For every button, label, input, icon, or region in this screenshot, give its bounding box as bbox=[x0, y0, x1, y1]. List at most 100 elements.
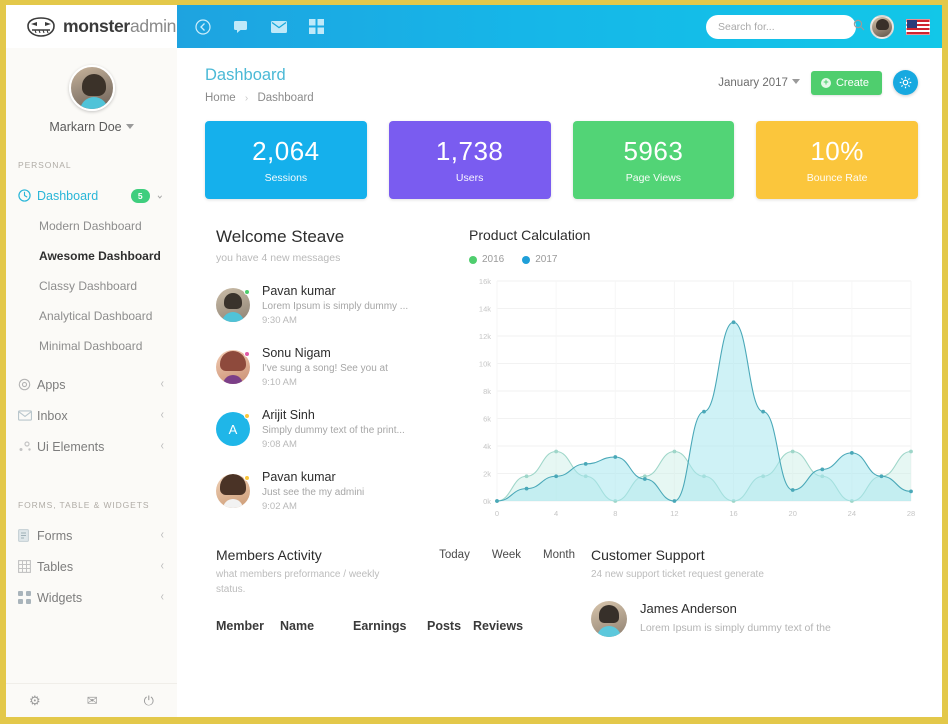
back-arrow-icon[interactable] bbox=[187, 11, 218, 42]
stat-card-users[interactable]: 1,738 Users bbox=[388, 121, 551, 199]
sidebar-subitem-label: Modern Dashboard bbox=[39, 219, 142, 233]
sidebar-item-dashboard-label: Dashboard bbox=[37, 188, 99, 203]
status-dot bbox=[244, 413, 250, 419]
legend-item-2017[interactable]: 2017 bbox=[522, 254, 558, 265]
svg-text:8: 8 bbox=[613, 509, 617, 518]
stat-card-bounce-rate[interactable]: 10% Bounce Rate bbox=[756, 121, 918, 199]
sidebar-item-forms[interactable]: Forms ‹ bbox=[6, 520, 177, 551]
message-time: 9:08 AM bbox=[262, 439, 297, 450]
breadcrumb-home[interactable]: Home bbox=[205, 92, 236, 104]
sidebar-item-ui-elements[interactable]: Ui Elements ‹ bbox=[6, 431, 177, 462]
column-header-posts[interactable]: Posts bbox=[427, 619, 473, 633]
search-input[interactable] bbox=[718, 20, 853, 33]
message-time: 9:02 AM bbox=[262, 501, 297, 512]
status-dot bbox=[244, 289, 250, 295]
mail-icon[interactable]: ✉ bbox=[87, 693, 98, 709]
sidebar-item-tables[interactable]: Tables ‹ bbox=[6, 551, 177, 582]
sidebar-subitem-label: Classy Dashboard bbox=[39, 279, 138, 293]
stat-label: Page Views bbox=[625, 172, 681, 184]
support-ticket-item[interactable]: James Anderson Lorem Ipsum is simply dum… bbox=[591, 600, 918, 637]
message-item[interactable]: A Arijit Sinh Simply dummy text of the p… bbox=[216, 408, 463, 450]
message-item[interactable]: Pavan kumar Lorem Ipsum is simply dummy … bbox=[216, 284, 463, 326]
sidebar-section-personal: PERSONAL bbox=[18, 160, 72, 170]
svg-text:8k: 8k bbox=[483, 387, 491, 396]
sidebar-section-forms: FORMS, TABLE & WIDGETS bbox=[18, 500, 150, 510]
main-content: Dashboard Home › Dashboard January 2017 … bbox=[177, 48, 942, 717]
search-box[interactable] bbox=[706, 14, 865, 39]
chevron-left-icon[interactable]: ‹ bbox=[161, 560, 164, 574]
customer-support-panel: Customer Support 24 new support ticket r… bbox=[575, 547, 918, 637]
stat-card-sessions[interactable]: 2,064 Sessions bbox=[205, 121, 367, 199]
chevron-down-icon[interactable]: ⌄ bbox=[156, 189, 164, 203]
ui-elements-icon bbox=[18, 440, 37, 453]
chart-title: Product Calculation bbox=[469, 227, 591, 243]
brand-bold: monster bbox=[63, 16, 130, 36]
sidebar-subitem-modern-dashboard[interactable]: Modern Dashboard bbox=[6, 211, 177, 241]
profile-name-row[interactable]: Markarn Doe bbox=[6, 120, 177, 134]
members-table-header: Member Name Earnings Posts Reviews bbox=[216, 619, 575, 633]
profile-name: Markarn Doe bbox=[49, 120, 122, 134]
column-header-name[interactable]: Name bbox=[280, 619, 353, 633]
product-calculation-chart[interactable]: 0k 2k 4k 6k 8k 10k 12k 14k 16k 0 4 8 12 16 20 24 28 bbox=[469, 275, 919, 523]
members-activity-panel: Members Activity what members preformanc… bbox=[205, 547, 575, 637]
sidebar-item-apps[interactable]: Apps ‹ bbox=[6, 369, 177, 400]
svg-text:28: 28 bbox=[907, 509, 915, 518]
sidebar-item-inbox[interactable]: Inbox ‹ bbox=[6, 400, 177, 431]
svg-text:20: 20 bbox=[789, 509, 797, 518]
sidebar-item-ui-elements-label: Ui Elements bbox=[37, 439, 105, 454]
sidebar-profile[interactable]: Markarn Doe bbox=[6, 48, 177, 134]
chevron-left-icon[interactable]: ‹ bbox=[161, 591, 164, 605]
us-flag-icon[interactable] bbox=[906, 18, 930, 35]
support-avatar bbox=[591, 600, 627, 637]
svg-text:24: 24 bbox=[848, 509, 856, 518]
topbar-avatar[interactable] bbox=[870, 14, 894, 39]
sidebar-item-widgets[interactable]: Widgets ‹ bbox=[6, 582, 177, 613]
month-select-label: January 2017 bbox=[718, 76, 788, 89]
chevron-left-icon[interactable]: ‹ bbox=[161, 440, 164, 454]
sidebar-subitem-analytical-dashboard[interactable]: Analytical Dashboard bbox=[6, 301, 177, 331]
chevron-left-icon[interactable]: ‹ bbox=[161, 378, 164, 392]
chevron-left-icon[interactable]: ‹ bbox=[161, 529, 164, 543]
settings-gear-button[interactable] bbox=[893, 70, 918, 95]
sidebar-subitem-minimal-dashboard[interactable]: Minimal Dashboard bbox=[6, 331, 177, 361]
create-button[interactable]: + Create bbox=[810, 70, 882, 95]
sidebar-item-dashboard[interactable]: Dashboard 5 ⌄ bbox=[6, 180, 177, 211]
svg-text:14k: 14k bbox=[479, 305, 491, 314]
sidebar-footer: ⚙ ✉ ⏻ bbox=[6, 683, 177, 717]
column-header-reviews[interactable]: Reviews bbox=[473, 619, 523, 633]
page-title: Dashboard bbox=[205, 66, 286, 84]
customer-support-title: Customer Support bbox=[591, 547, 705, 563]
breadcrumb: Home › Dashboard bbox=[205, 92, 314, 104]
envelope-icon[interactable] bbox=[263, 11, 294, 42]
message-avatar bbox=[216, 350, 250, 384]
sidebar-subitem-awesome-dashboard[interactable]: Awesome Dashboard bbox=[6, 241, 177, 271]
settings-gear-icon[interactable]: ⚙ bbox=[29, 693, 41, 709]
column-header-member[interactable]: Member bbox=[216, 619, 280, 633]
stat-card-page-views[interactable]: 5963 Page Views bbox=[572, 121, 735, 199]
svg-text:12: 12 bbox=[670, 509, 678, 518]
chevron-left-icon[interactable]: ‹ bbox=[161, 409, 164, 423]
month-select[interactable]: January 2017 bbox=[718, 77, 800, 89]
message-item[interactable]: Sonu Nigam I've sung a song! See you at … bbox=[216, 346, 463, 388]
power-icon[interactable]: ⏻ bbox=[144, 693, 154, 709]
sidebar-subitem-classy-dashboard[interactable]: Classy Dashboard bbox=[6, 271, 177, 301]
search-icon[interactable] bbox=[853, 18, 865, 36]
svg-text:16k: 16k bbox=[479, 277, 491, 286]
welcome-subtitle: you have 4 new messages bbox=[216, 252, 341, 264]
grid-apps-icon[interactable] bbox=[301, 11, 332, 42]
message-item[interactable]: Pavan kumar Just see the my admini 9:02 … bbox=[216, 470, 463, 512]
brand-logo[interactable]: monsteradmin bbox=[6, 5, 177, 48]
plus-icon: + bbox=[820, 77, 831, 88]
sidebar-item-apps-label: Apps bbox=[37, 377, 66, 392]
forms-icon bbox=[18, 529, 37, 542]
stat-value: 1,738 bbox=[435, 136, 504, 166]
tab-week[interactable]: Week bbox=[492, 549, 521, 561]
create-button-label: Create bbox=[835, 76, 869, 89]
flag-message-icon[interactable] bbox=[225, 11, 256, 42]
tab-month[interactable]: Month bbox=[543, 549, 575, 561]
tab-today[interactable]: Today bbox=[439, 549, 470, 561]
legend-item-2016[interactable]: 2016 bbox=[469, 254, 504, 265]
stat-label: Bounce Rate bbox=[806, 172, 868, 184]
column-header-earnings[interactable]: Earnings bbox=[353, 619, 427, 633]
monster-face-icon bbox=[26, 16, 56, 37]
